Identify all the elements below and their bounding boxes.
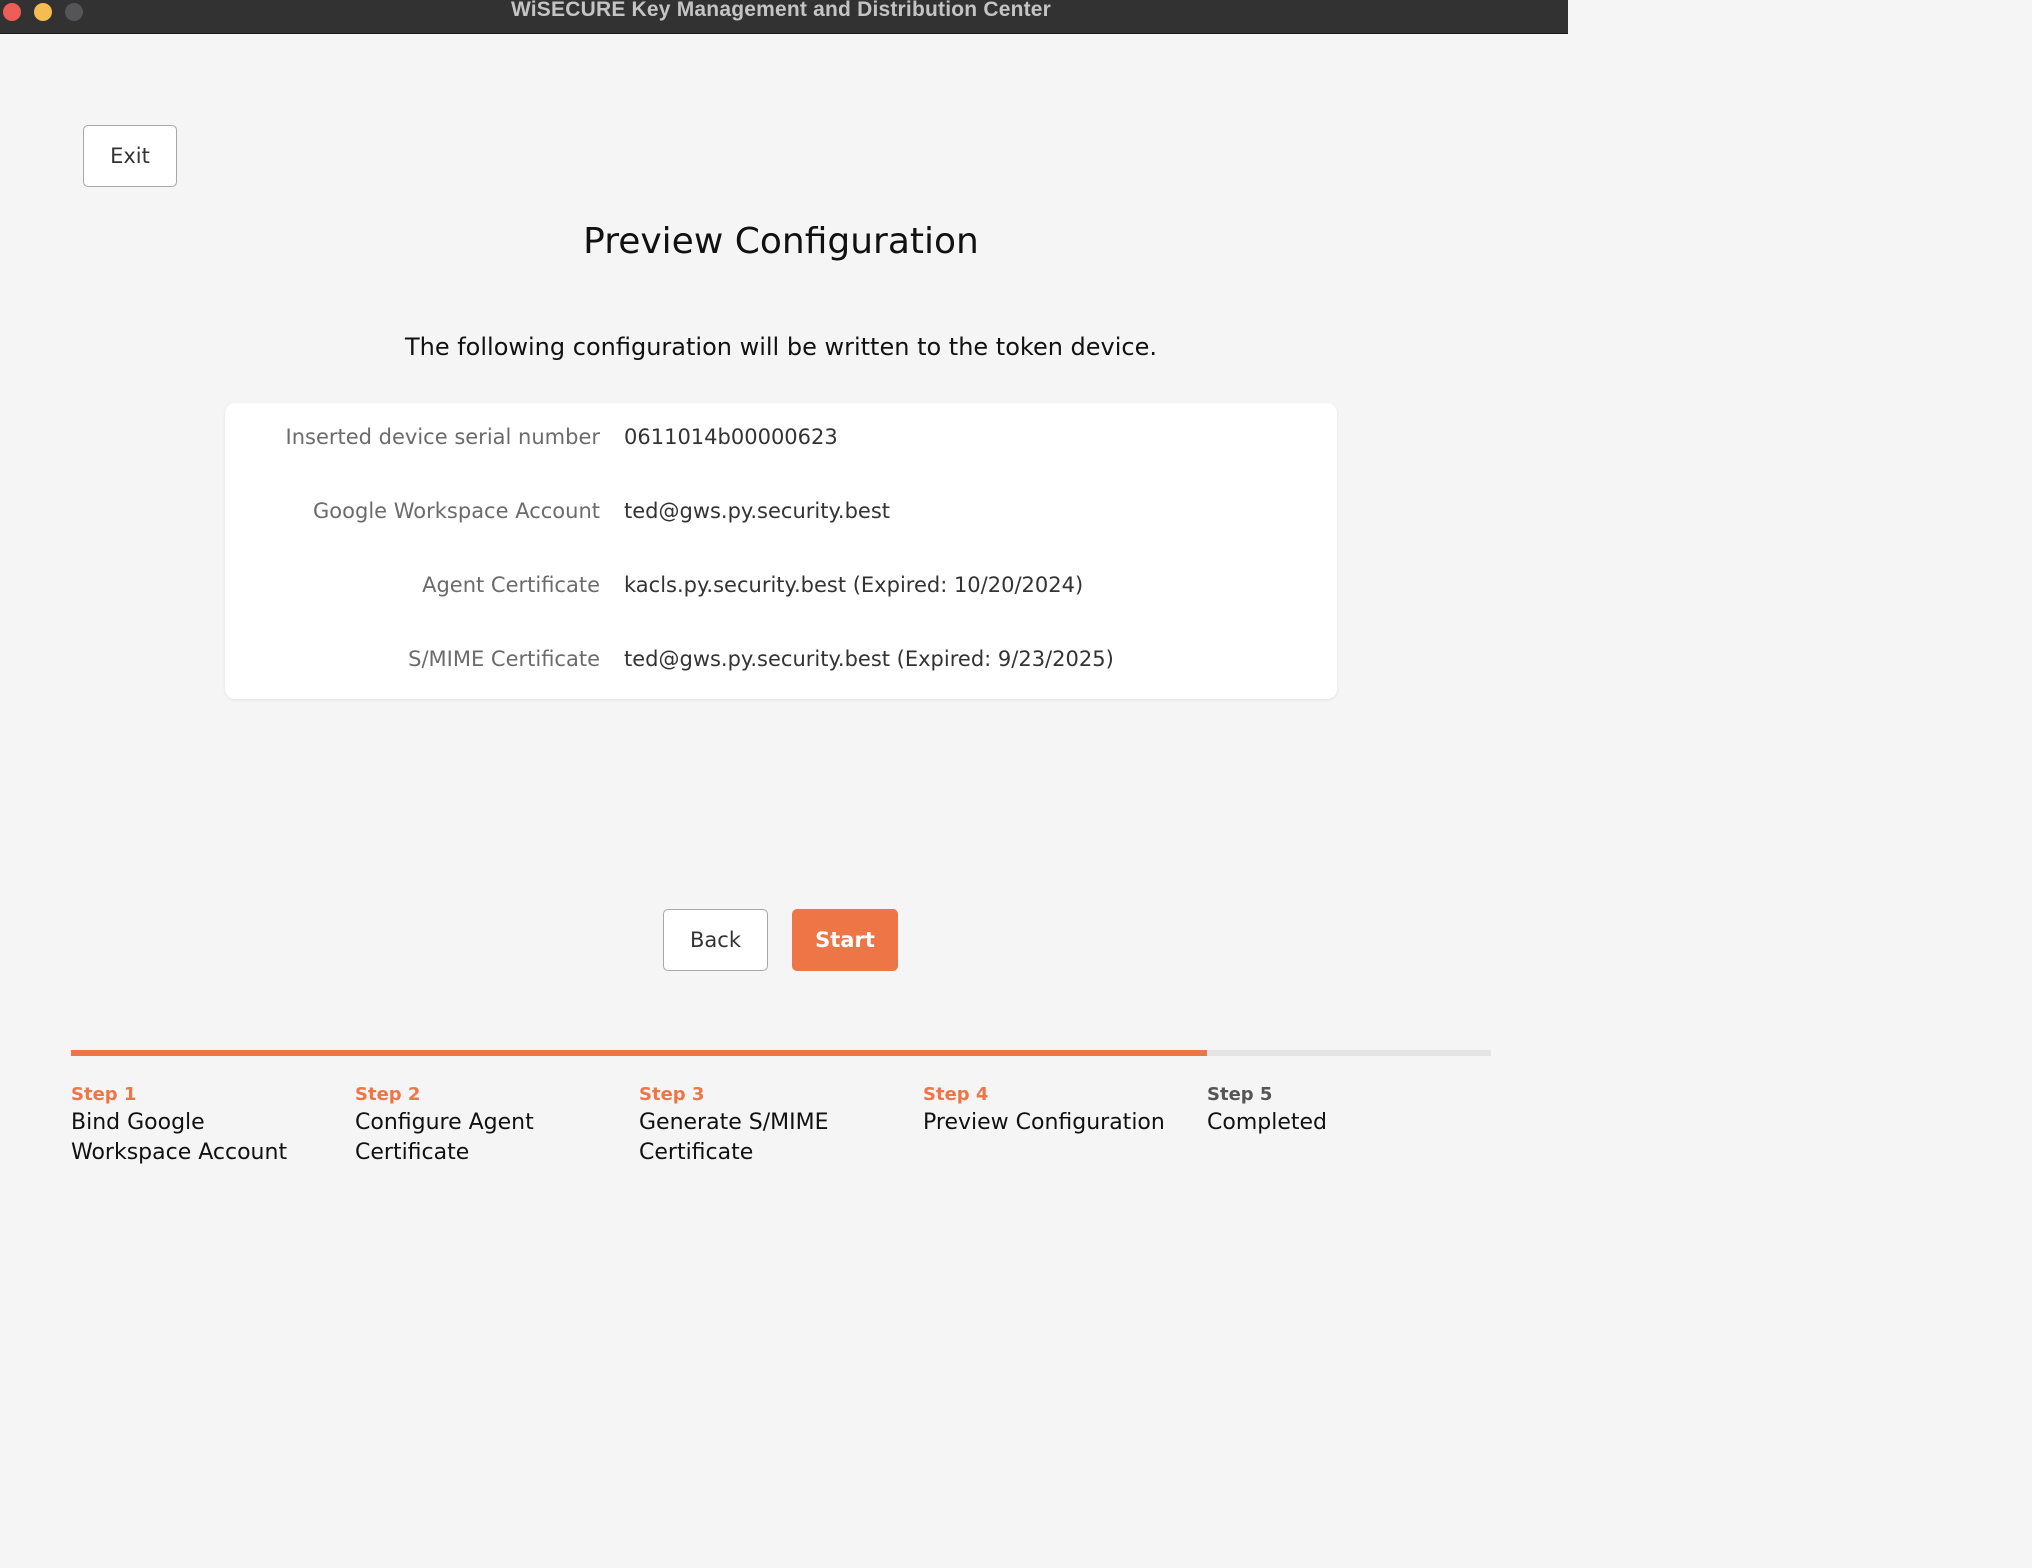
step-title: Bind Google Workspace Account [71, 1108, 351, 1168]
configuration-card: Inserted device serial number 0611014b00… [225, 403, 1337, 699]
back-button[interactable]: Back [663, 909, 768, 971]
step-title-line: Certificate [639, 1140, 754, 1165]
page-description: The following configuration will be writ… [404, 333, 1158, 361]
progress-track [71, 1050, 1491, 1056]
step-number: Step 2 [355, 1084, 421, 1105]
step-title-line: Workspace Account [71, 1140, 288, 1165]
step-title-line: Certificate [355, 1140, 470, 1165]
step-1: Step 1 Bind Google Workspace Account [71, 1082, 351, 1168]
exit-button[interactable]: Exit [83, 125, 177, 187]
config-value: kacls.py.security.best (Expired: 10/20/2… [624, 573, 1084, 597]
step-2: Step 2 Configure Agent Certificate [355, 1082, 635, 1168]
step-title: Completed [1207, 1108, 1487, 1138]
config-label: Google Workspace Account [313, 499, 600, 523]
step-number: Step 4 [923, 1084, 989, 1105]
config-label: S/MIME Certificate [408, 647, 600, 671]
config-row-account: Google Workspace Account ted@gws.py.secu… [225, 496, 1337, 526]
config-value: ted@gws.py.security.best (Expired: 9/23/… [624, 647, 1114, 671]
step-title-line: Bind Google [71, 1110, 205, 1135]
step-title-line: Completed [1207, 1110, 1327, 1135]
step-number: Step 1 [71, 1084, 137, 1105]
config-row-agent-cert: Agent Certificate kacls.py.security.best… [225, 570, 1337, 600]
config-value: 0611014b00000623 [624, 425, 838, 449]
step-title-line: Configure Agent [355, 1110, 534, 1135]
step-5: Step 5 Completed [1207, 1082, 1487, 1138]
title-bar: WiSECURE Key Management and Distribution… [0, 0, 1568, 34]
step-title-line: Preview Configuration [923, 1110, 1165, 1135]
step-title-line: Generate S/MIME [639, 1110, 829, 1135]
step-3: Step 3 Generate S/MIME Certificate [639, 1082, 919, 1168]
config-value: ted@gws.py.security.best [624, 499, 890, 523]
step-title: Generate S/MIME Certificate [639, 1108, 919, 1168]
config-row-smime-cert: S/MIME Certificate ted@gws.py.security.b… [225, 644, 1337, 674]
config-label: Inserted device serial number [285, 425, 600, 449]
window-title: WiSECURE Key Management and Distribution… [510, 0, 1052, 21]
progress-fill [71, 1050, 1207, 1056]
config-row-serial: Inserted device serial number 0611014b00… [225, 422, 1337, 452]
step-title: Configure Agent Certificate [355, 1108, 635, 1168]
step-4: Step 4 Preview Configuration [923, 1082, 1203, 1138]
step-number: Step 5 [1207, 1084, 1273, 1105]
step-title: Preview Configuration [923, 1108, 1203, 1138]
start-button[interactable]: Start [792, 909, 898, 971]
page-title: Preview Configuration [583, 221, 979, 262]
config-label: Agent Certificate [422, 573, 600, 597]
step-number: Step 3 [639, 1084, 705, 1105]
